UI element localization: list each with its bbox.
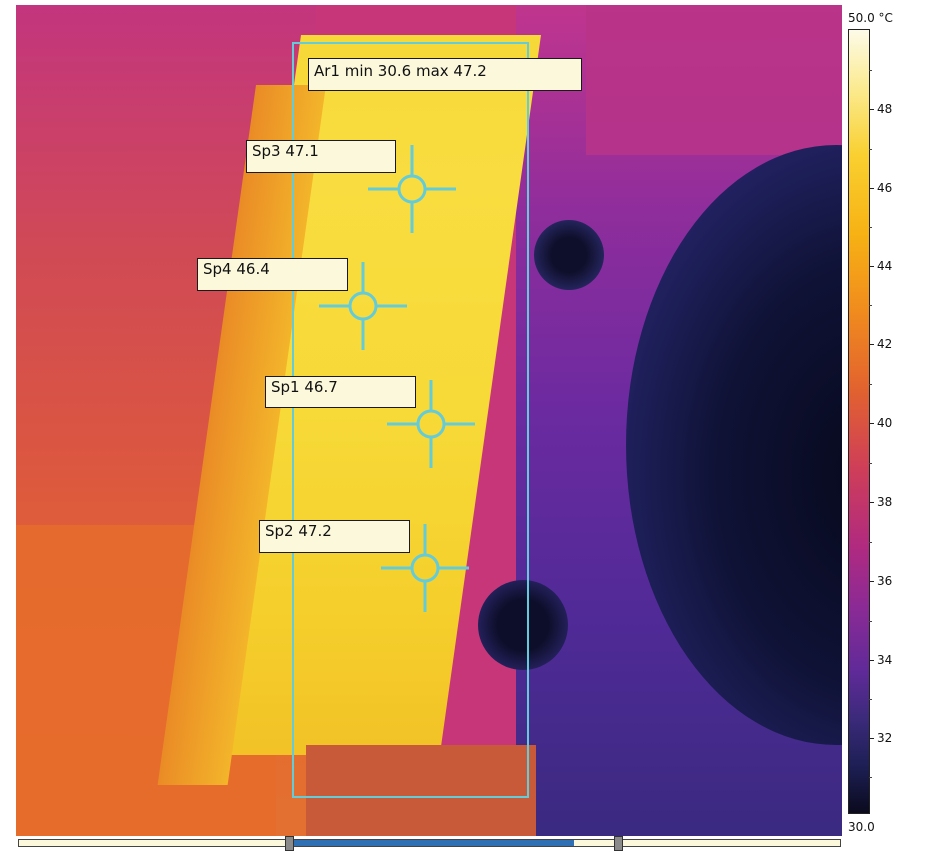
scale-tick xyxy=(869,344,874,345)
range-slider-handle-left[interactable] xyxy=(285,836,294,851)
thermal-top-right xyxy=(586,5,842,155)
scale-tick xyxy=(869,423,874,424)
scale-max-label: 50.0 °C xyxy=(848,11,893,25)
scale-minor-tick xyxy=(869,227,872,228)
scale-minor-tick xyxy=(869,621,872,622)
crosshair-icon[interactable] xyxy=(368,145,456,233)
crosshair-icon[interactable] xyxy=(381,524,469,612)
scale-minor-tick xyxy=(869,149,872,150)
scale-tick-label: 46 xyxy=(877,181,893,195)
thermal-dark-hole-1 xyxy=(534,220,604,290)
scale-tick xyxy=(869,188,874,189)
scale-tick-label: 40 xyxy=(877,416,893,430)
scale-minor-tick xyxy=(869,777,872,778)
scale-minor-tick xyxy=(869,384,872,385)
scale-minor-tick xyxy=(869,70,872,71)
range-slider-handle-right[interactable] xyxy=(614,836,623,851)
crosshair-icon[interactable] xyxy=(319,262,407,350)
scale-tick-label: 48 xyxy=(877,102,893,116)
scale-tick-label: 36 xyxy=(877,574,893,588)
scale-minor-tick xyxy=(869,305,872,306)
scale-tick xyxy=(869,266,874,267)
scale-tick xyxy=(869,738,874,739)
scale-minor-tick xyxy=(869,463,872,464)
scale-tick xyxy=(869,109,874,110)
area-ar1-label: Ar1 min 30.6 max 47.2 xyxy=(308,58,582,91)
scale-tick xyxy=(869,660,874,661)
scale-tick-label: 42 xyxy=(877,337,893,351)
range-slider-selection[interactable] xyxy=(294,840,574,846)
scale-tick xyxy=(869,502,874,503)
scale-minor-tick xyxy=(869,699,872,700)
scale-tick-label: 32 xyxy=(877,731,893,745)
temperature-scale-bar[interactable] xyxy=(848,29,870,814)
scale-tick-label: 34 xyxy=(877,653,893,667)
scale-tick xyxy=(869,581,874,582)
scale-tick-label: 44 xyxy=(877,259,893,273)
scale-tick-label: 38 xyxy=(877,495,893,509)
crosshair-icon[interactable] xyxy=(387,380,475,468)
scale-minor-tick xyxy=(869,542,872,543)
scale-min-label: 30.0 xyxy=(848,820,875,834)
